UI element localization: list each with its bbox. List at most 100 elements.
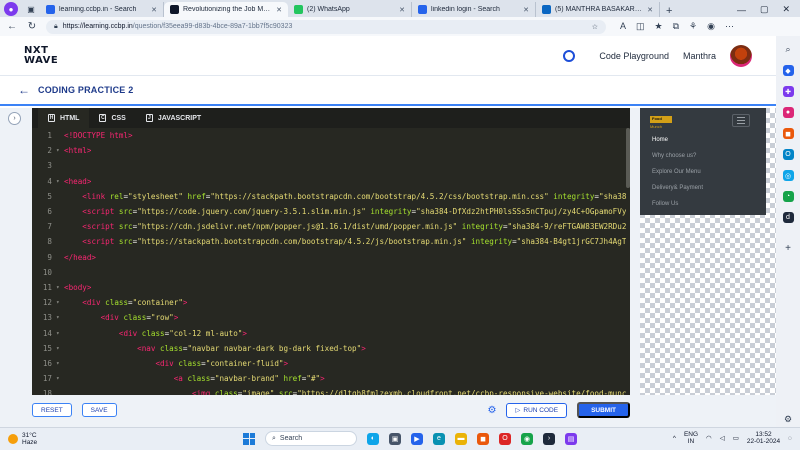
- chrome-icon[interactable]: ◉: [521, 432, 533, 445]
- outlook-icon[interactable]: O: [782, 149, 794, 160]
- avatar[interactable]: [730, 44, 752, 67]
- wifi-icon[interactable]: ◠: [706, 434, 712, 442]
- browser-tab[interactable]: linkedin login - Search ✕: [412, 2, 536, 17]
- code-line[interactable]: 5 <link rel="stylesheet" href="https://s…: [32, 189, 630, 204]
- file-explorer-icon[interactable]: ▬: [455, 432, 467, 445]
- clock[interactable]: 13:52 22-01-2024: [747, 431, 780, 445]
- new-tab-icon[interactable]: +: [660, 5, 678, 17]
- code-line[interactable]: 2 ▾ <html>: [32, 143, 630, 158]
- code-line[interactable]: 17 ▾ <a class="navbar-brand" href="#">: [32, 371, 630, 386]
- preview-nav-item[interactable]: Why choose us?: [652, 153, 696, 159]
- code-line[interactable]: 18 <img class="image" src="https://d1tgh…: [32, 386, 630, 395]
- search-sidebar-icon[interactable]: ⌕: [785, 44, 790, 55]
- code-line[interactable]: 1 <!DOCTYPE html>: [32, 128, 630, 143]
- split-screen-icon[interactable]: ◫: [636, 21, 645, 32]
- code-line[interactable]: 16 ▾ <div class="container-fluid">: [32, 356, 630, 371]
- code-area[interactable]: 1 <!DOCTYPE html> 2 ▾ <html> 3 4 ▾ <head> 5 <link…: [32, 128, 630, 395]
- code-line[interactable]: 10: [32, 265, 630, 280]
- tools-icon[interactable]: ✚: [782, 86, 794, 97]
- reading-view-icon[interactable]: A: [620, 21, 626, 32]
- code-line[interactable]: 8 <script src="https://stackpath.bootstr…: [32, 234, 630, 249]
- favorites-icon[interactable]: ★: [655, 21, 663, 32]
- code-line[interactable]: 4 ▾ <head>: [32, 174, 630, 189]
- office-taskbar-icon[interactable]: ◼: [477, 432, 489, 445]
- zoom-icon[interactable]: ▶: [411, 432, 423, 445]
- copilot-taskbar-icon[interactable]: ◐: [367, 432, 379, 445]
- editor-tab-css[interactable]: C CSS: [89, 108, 135, 128]
- close-tab-icon[interactable]: ✕: [276, 6, 282, 14]
- games-icon[interactable]: ●: [782, 107, 794, 118]
- preview-nav-item[interactable]: Explore Our Menu: [652, 169, 701, 175]
- code-playground-link[interactable]: Code Playground: [599, 51, 669, 61]
- opera-icon[interactable]: O: [499, 432, 511, 445]
- close-tab-icon[interactable]: ✕: [647, 6, 653, 14]
- close-tab-icon[interactable]: ✕: [151, 6, 157, 14]
- save-button[interactable]: SAVE: [81, 403, 117, 417]
- code-line[interactable]: 3: [32, 158, 630, 173]
- code-line[interactable]: 15 ▾ <nav class="navbar navbar-dark bg-da…: [32, 341, 630, 356]
- close-tab-icon[interactable]: ✕: [523, 6, 529, 14]
- maximize-icon[interactable]: ▢: [760, 4, 769, 15]
- sidebar-settings-icon[interactable]: ⚙: [784, 414, 792, 425]
- app-icon[interactable]: d: [782, 212, 794, 223]
- language-indicator[interactable]: ENG IN: [684, 431, 698, 445]
- preview-pane[interactable]: Food Munch Home Why choose us? Explore Our…: [640, 108, 776, 395]
- task-view-icon[interactable]: ▣: [389, 432, 401, 445]
- run-code-button[interactable]: ▷ RUN CODE: [506, 402, 568, 418]
- notifications-icon[interactable]: ◌: [788, 435, 792, 442]
- submit-button[interactable]: SUBMIT: [577, 402, 630, 418]
- refresh-icon[interactable]: ↻: [26, 21, 38, 32]
- minimize-icon[interactable]: —: [737, 5, 746, 15]
- timer-icon[interactable]: [563, 49, 576, 62]
- preview-nav-item[interactable]: Home: [652, 137, 668, 143]
- browser-tab[interactable]: Revolutionizing the Job Market | ✕: [164, 2, 288, 17]
- extensions-icon[interactable]: ⚘: [689, 21, 697, 32]
- code-line[interactable]: 13 ▾ <div class="row">: [32, 310, 630, 325]
- url-field[interactable]: 🔒︎ https://learning.ccbp.in/question/f35…: [46, 19, 606, 34]
- preview-brand-logo[interactable]: Food Munch: [650, 116, 672, 130]
- code-line[interactable]: 11 ▾ <body>: [32, 280, 630, 295]
- shopping-icon[interactable]: ◆: [782, 65, 794, 76]
- preview-nav-item[interactable]: Delivery& Payment: [652, 185, 703, 191]
- terminal-icon[interactable]: ›: [543, 432, 555, 445]
- weather-widget[interactable]: 31°C Haze: [8, 432, 128, 446]
- copilot-icon[interactable]: ◉: [707, 21, 715, 32]
- code-line[interactable]: 7 <script src="https://cdn.jsdelivr.net/…: [32, 219, 630, 234]
- tab-actions-icon[interactable]: ▣: [24, 2, 38, 16]
- editor-tab-html[interactable]: H HTML: [38, 108, 90, 128]
- office-icon[interactable]: ◼: [782, 128, 794, 139]
- user-name[interactable]: Manthra: [683, 51, 716, 61]
- chevron-up-icon[interactable]: ^: [673, 435, 676, 442]
- edge-icon[interactable]: e: [433, 432, 445, 445]
- code-line[interactable]: 12 ▾ <div class="container">: [32, 295, 630, 310]
- code-line[interactable]: 9 </head>: [32, 250, 630, 265]
- preview-nav-item[interactable]: Follow Us: [652, 201, 678, 207]
- code-line[interactable]: 14 ▾ <div class="col-12 ml-auto">: [32, 325, 630, 340]
- editor-tab-javascript[interactable]: J JAVASCRIPT: [136, 108, 211, 128]
- profile-icon[interactable]: ●: [4, 2, 18, 16]
- battery-icon[interactable]: ▭: [733, 434, 739, 442]
- browser-tab[interactable]: (2) WhatsApp ✕: [288, 2, 412, 17]
- close-window-icon[interactable]: ✕: [782, 4, 790, 15]
- expand-panel-button[interactable]: ›: [8, 112, 21, 125]
- back-icon[interactable]: ←: [6, 21, 18, 32]
- store-icon[interactable]: ▤: [565, 432, 577, 445]
- whatsapp-icon[interactable]: ◔: [782, 191, 794, 202]
- gear-icon[interactable]: ⚙: [487, 405, 496, 416]
- collections-icon[interactable]: ⧉: [673, 21, 679, 32]
- nxtwave-logo[interactable]: NXT WAVE: [24, 45, 58, 66]
- code-editor[interactable]: H HTML C CSS J JAVASCRIPT 1 <!DOCTYPE html> 2 ▾ <…: [32, 108, 630, 395]
- add-sidebar-icon[interactable]: +: [785, 243, 791, 254]
- code-line[interactable]: 6 <script src="https://code.jquery.com/j…: [32, 204, 630, 219]
- windows-start-icon[interactable]: [243, 432, 255, 445]
- browser-tab[interactable]: learning.ccbp.in - Search ✕: [40, 2, 164, 17]
- browser-tab[interactable]: (5) MANTHRA BASAKARAN | Lin ✕: [536, 2, 660, 17]
- drop-icon[interactable]: ◎: [782, 170, 794, 181]
- preview-navbar-toggler-icon[interactable]: [732, 114, 750, 127]
- more-icon[interactable]: ⋯: [725, 21, 734, 32]
- back-arrow-icon[interactable]: ←: [18, 83, 30, 97]
- star-icon[interactable]: ☆: [592, 23, 598, 31]
- close-tab-icon[interactable]: ✕: [399, 6, 405, 14]
- reset-button[interactable]: RESET: [32, 403, 72, 417]
- taskbar-search[interactable]: ⌕ Search: [265, 431, 357, 446]
